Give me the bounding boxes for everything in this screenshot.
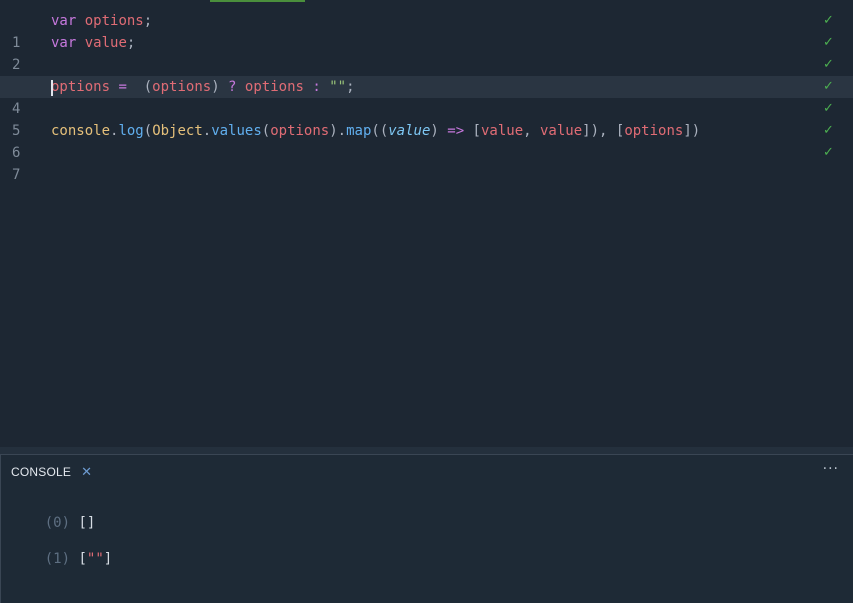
code-text: var value;: [51, 35, 136, 51]
more-options-icon[interactable]: ···: [823, 461, 839, 477]
console-header: CONSOLE ✕: [11, 463, 92, 481]
checkmark-icon: ✓: [823, 123, 834, 138]
console-entry-index: (1): [44, 551, 71, 567]
close-icon[interactable]: ✕: [81, 465, 92, 480]
code-text: options = (options) ? options : "";: [51, 79, 355, 95]
line-number: 7: [12, 167, 21, 183]
code-line[interactable]: 2 var value; ✓: [0, 32, 853, 73]
console-entry: (1) [""]: [11, 529, 112, 589]
checkmark-icon: ✓: [823, 57, 834, 72]
checkmark-icon: ✓: [823, 79, 834, 94]
checkmark-icon: ✓: [823, 101, 834, 116]
active-tab-indicator: [210, 0, 305, 2]
code-text: var options;: [51, 13, 153, 29]
code-line[interactable]: 6 console.log(Object.values(options).map…: [0, 120, 853, 161]
console-panel: CONSOLE ✕ ··· (0) [] (1) [""]: [0, 454, 853, 603]
code-line[interactable]: 7 ✓: [0, 142, 853, 183]
checkmark-icon: ✓: [823, 35, 834, 50]
console-title: CONSOLE: [11, 465, 72, 479]
code-editor[interactable]: 1 var options; ✓ 2 var value; ✓ 3 ✓ 4 op…: [0, 0, 853, 447]
text-cursor: [51, 80, 53, 96]
code-line[interactable]: 3 ✓: [0, 54, 853, 95]
console-entry-value: [""]: [78, 551, 113, 567]
panel-resize-handle[interactable]: [0, 447, 853, 454]
code-line[interactable]: 5 ✓: [0, 98, 853, 139]
code-text: console.log(Object.values(options).map((…: [51, 123, 701, 139]
code-line-active[interactable]: 4 options = (options) ? options : ""; ✓: [0, 76, 853, 117]
code-line[interactable]: 1 var options; ✓: [0, 10, 853, 51]
checkmark-icon: ✓: [823, 13, 834, 28]
checkmark-icon: ✓: [823, 145, 834, 160]
